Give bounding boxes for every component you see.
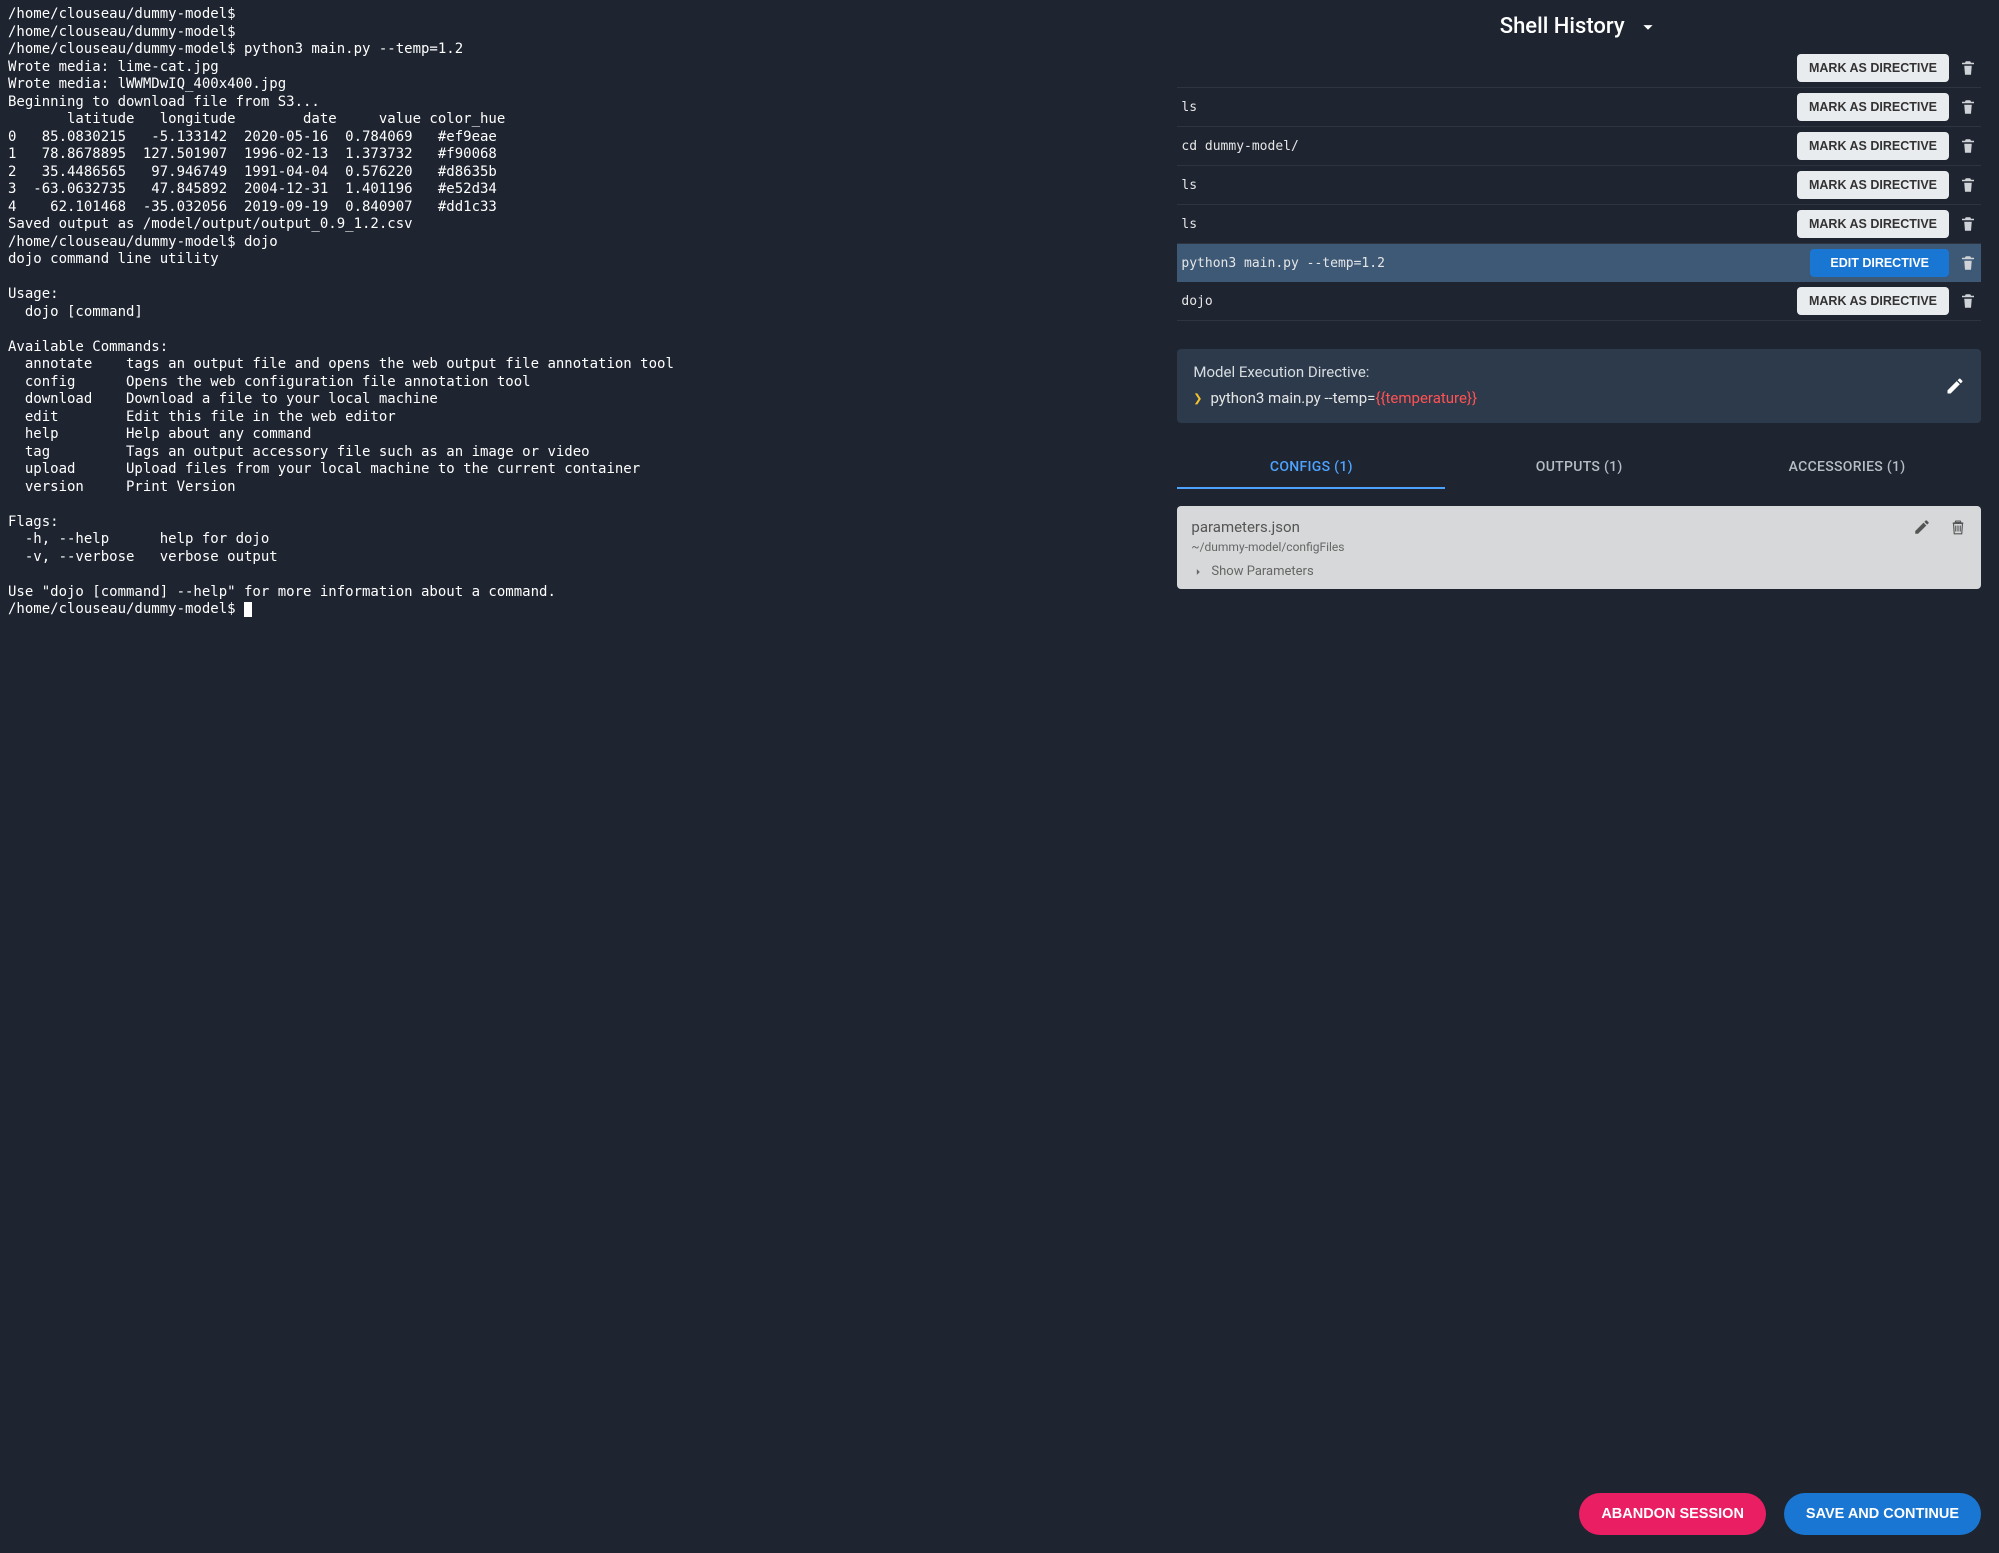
chevron-right-icon — [1191, 565, 1205, 579]
history-command: ls — [1181, 217, 1787, 232]
trash-icon[interactable] — [1959, 137, 1977, 155]
history-row[interactable]: python3 main.py --temp=1.2 EDIT DIRECTIVE — [1177, 244, 1981, 282]
directive-command: python3 main.py --temp= — [1210, 389, 1375, 407]
history-command: python3 main.py --temp=1.2 — [1181, 256, 1800, 271]
show-parameters-toggle[interactable]: Show Parameters — [1191, 564, 1967, 579]
directive-template-var: {{temperature}} — [1375, 389, 1477, 407]
history-command: ls — [1181, 178, 1787, 193]
history-row[interactable]: ls MARK AS DIRECTIVE — [1177, 88, 1981, 127]
config-path: ~/dummy-model/configFiles — [1191, 540, 1967, 554]
shell-history-list: MARK AS DIRECTIVElsMARK AS DIRECTIVEcd d… — [1177, 49, 1981, 321]
panel-title: Shell History — [1500, 14, 1625, 39]
chevron-down-icon[interactable] — [1637, 16, 1659, 38]
prompt-chevron-icon: ❯ — [1193, 389, 1202, 407]
trash-icon[interactable] — [1959, 292, 1977, 310]
mark-as-directive-button[interactable]: MARK AS DIRECTIVE — [1797, 210, 1949, 238]
directive-box: Model Execution Directive: ❯ python3 mai… — [1177, 349, 1981, 423]
right-panel: Shell History MARK AS DIRECTIVE ls MARK AS… — [1159, 0, 1999, 1553]
terminal-cursor — [244, 602, 252, 617]
abandon-session-button[interactable]: ABANDON SESSION — [1579, 1493, 1766, 1535]
tab[interactable]: CONFIGS (1) — [1177, 447, 1445, 489]
mark-as-directive-button[interactable]: MARK AS DIRECTIVE — [1797, 171, 1949, 199]
history-row[interactable]: cd dummy-model/MARK AS DIRECTIVE — [1177, 127, 1981, 166]
trash-icon[interactable] — [1959, 215, 1977, 233]
directive-label: Model Execution Directive: — [1193, 363, 1965, 381]
trash-icon[interactable] — [1959, 254, 1977, 272]
edit-directive-button[interactable]: EDIT DIRECTIVE — [1810, 249, 1949, 277]
mark-as-directive-button[interactable]: MARK AS DIRECTIVE — [1797, 54, 1949, 82]
trash-icon[interactable] — [1949, 518, 1967, 536]
config-card: parameters.json ~/dummy-model/configFile… — [1177, 506, 1981, 589]
history-row[interactable]: ls MARK AS DIRECTIVE — [1177, 166, 1981, 205]
tab[interactable]: OUTPUTS (1) — [1445, 447, 1713, 489]
mark-as-directive-button[interactable]: MARK AS DIRECTIVE — [1797, 132, 1949, 160]
panel-header: Shell History — [1177, 0, 1981, 49]
history-row[interactable]: dojo MARK AS DIRECTIVE — [1177, 282, 1981, 321]
footer-actions: ABANDON SESSION SAVE AND CONTINUE — [1579, 1493, 1981, 1535]
edit-icon[interactable] — [1945, 376, 1965, 396]
mark-as-directive-button[interactable]: MARK AS DIRECTIVE — [1797, 287, 1949, 315]
tab[interactable]: ACCESSORIES (1) — [1713, 447, 1981, 489]
terminal[interactable]: /home/clouseau/dummy-model$ /home/clouse… — [0, 0, 1159, 1553]
save-and-continue-button[interactable]: SAVE AND CONTINUE — [1784, 1493, 1981, 1535]
history-command: dojo — [1181, 294, 1787, 309]
history-row[interactable]: ls MARK AS DIRECTIVE — [1177, 205, 1981, 244]
directive-line: ❯ python3 main.py --temp={{temperature}} — [1193, 389, 1965, 407]
trash-icon[interactable] — [1959, 59, 1977, 77]
history-command: ls — [1181, 100, 1787, 115]
trash-icon[interactable] — [1959, 176, 1977, 194]
mark-as-directive-button[interactable]: MARK AS DIRECTIVE — [1797, 93, 1949, 121]
show-parameters-label: Show Parameters — [1211, 564, 1313, 579]
history-command: cd dummy-model/ — [1181, 139, 1787, 154]
config-title: parameters.json — [1191, 518, 1967, 536]
tabs: CONFIGS (1)OUTPUTS (1)ACCESSORIES (1) — [1177, 447, 1981, 490]
edit-icon[interactable] — [1913, 518, 1931, 536]
trash-icon[interactable] — [1959, 98, 1977, 116]
history-row[interactable]: MARK AS DIRECTIVE — [1177, 49, 1981, 88]
